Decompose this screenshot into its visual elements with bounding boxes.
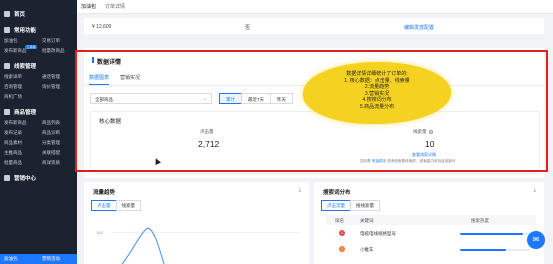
- chat-fab-button[interactable]: ✉: [527, 231, 545, 249]
- breadcrumb: 加油包 订单详情: [77, 0, 553, 14]
- order-table-row: ¥ 12,600 否 编辑发放配置: [84, 18, 544, 34]
- sidebar-item[interactable]: 咨询管理: [0, 84, 38, 90]
- rank-badge: 2: [339, 246, 345, 252]
- flag-cell: 否: [245, 25, 251, 31]
- sidebar-leads[interactable]: 线索管理: [0, 60, 77, 72]
- sidebar-item[interactable]: 通话管理: [38, 74, 76, 80]
- traffic-trend-card: 流量趋势 ⤓ 点击量 线索量 100: [84, 182, 309, 264]
- keyword-cell: 小推车: [360, 247, 374, 252]
- sidebar-common[interactable]: 常用功能: [0, 24, 77, 36]
- col-rank: 排名: [335, 217, 344, 223]
- star-icon: [4, 27, 10, 33]
- search-tab-leads[interactable]: 搜线索量: [350, 200, 380, 211]
- col-keyword: 关键词: [360, 217, 374, 223]
- search-title: 搜索词分布: [323, 190, 351, 196]
- sidebar-item[interactable]: 线索详单: [0, 74, 38, 80]
- home-icon: [4, 11, 10, 17]
- sidebar-item[interactable]: 发布新商品 工具箱: [0, 45, 38, 54]
- price-cell: ¥ 12,600: [92, 24, 112, 30]
- sidebar-item[interactable]: 交易订单: [38, 38, 76, 44]
- table-row[interactable]: 1 电缆电线规格型号: [326, 227, 536, 241]
- megaphone-icon: [4, 175, 10, 181]
- download-icon[interactable]: ⤓: [534, 187, 536, 193]
- sidebar-home[interactable]: 首页: [0, 8, 77, 20]
- trend-line-chart: [121, 227, 165, 264]
- search-tab-clicks[interactable]: 点击流量: [321, 200, 351, 211]
- highlight-frame: [75, 50, 548, 172]
- box-icon: [4, 109, 10, 115]
- breadcrumb-item[interactable]: 订单详情: [105, 3, 125, 10]
- trend-series-line: [121, 227, 165, 264]
- search-tabs: 点击流量 搜线索量: [321, 200, 380, 211]
- sidebar-marketing[interactable]: 营销中心: [0, 172, 77, 184]
- sidebar-item[interactable]: 发布新商品: [0, 120, 38, 126]
- sidebar-item[interactable]: 批量商品: [0, 160, 38, 166]
- sidebar-item[interactable]: 批量改商品: [38, 48, 76, 54]
- table-row[interactable]: 2 小推车: [326, 243, 536, 257]
- sidebar-item[interactable]: 主推商品: [0, 150, 38, 156]
- sidebar-item[interactable]: 商品诊断: [38, 130, 76, 136]
- sidebar: 首页 常用功能 加油包 交易订单 发布新商品 工具箱 批量改商品 线索管理 线索详单通…: [0, 0, 77, 264]
- sidebar-item[interactable]: 商品素材: [0, 140, 38, 146]
- sidebar-item[interactable]: 商详资质: [38, 160, 76, 166]
- keyword-cell: 电缆电线规格型号: [360, 231, 396, 236]
- new-badge: 工具箱: [25, 45, 38, 49]
- sidebar-item[interactable]: 分类管理: [38, 140, 76, 146]
- sidebar-item[interactable]: 关联搭配: [38, 150, 76, 156]
- search-term-card: 搜索词分布 ⤓ 点击流量 搜线索量 排名 关键词 搜索热度 1 电缆电线规格型号…: [314, 182, 544, 264]
- sidebar-item[interactable]: 发布记录: [0, 130, 38, 136]
- edit-config-link[interactable]: 编辑发放配置: [404, 24, 434, 31]
- sidebar-item[interactable]: 营销活动: [38, 256, 76, 262]
- rank-badge: 1: [339, 230, 345, 236]
- sidebar-products[interactable]: 商品管理: [0, 106, 77, 118]
- table-header: 排名 关键词 搜索热度: [326, 215, 536, 225]
- breadcrumb-item[interactable]: 加油包: [81, 3, 96, 10]
- sidebar-item[interactable]: 加油包: [0, 38, 38, 44]
- heat-bar: [460, 233, 530, 235]
- sidebar-item-active[interactable]: 加油包: [0, 256, 38, 262]
- sidebar-item[interactable]: 商机广场: [0, 94, 38, 100]
- heat-bar-fill: [460, 233, 523, 235]
- heat-bar: [460, 249, 530, 251]
- sidebar-item[interactable]: 询价管理: [38, 84, 76, 90]
- heat-bar-fill: [460, 249, 506, 251]
- leads-icon: [4, 63, 10, 69]
- col-heat: 搜索热度: [471, 217, 489, 223]
- sidebar-item[interactable]: 商品列表: [38, 120, 76, 126]
